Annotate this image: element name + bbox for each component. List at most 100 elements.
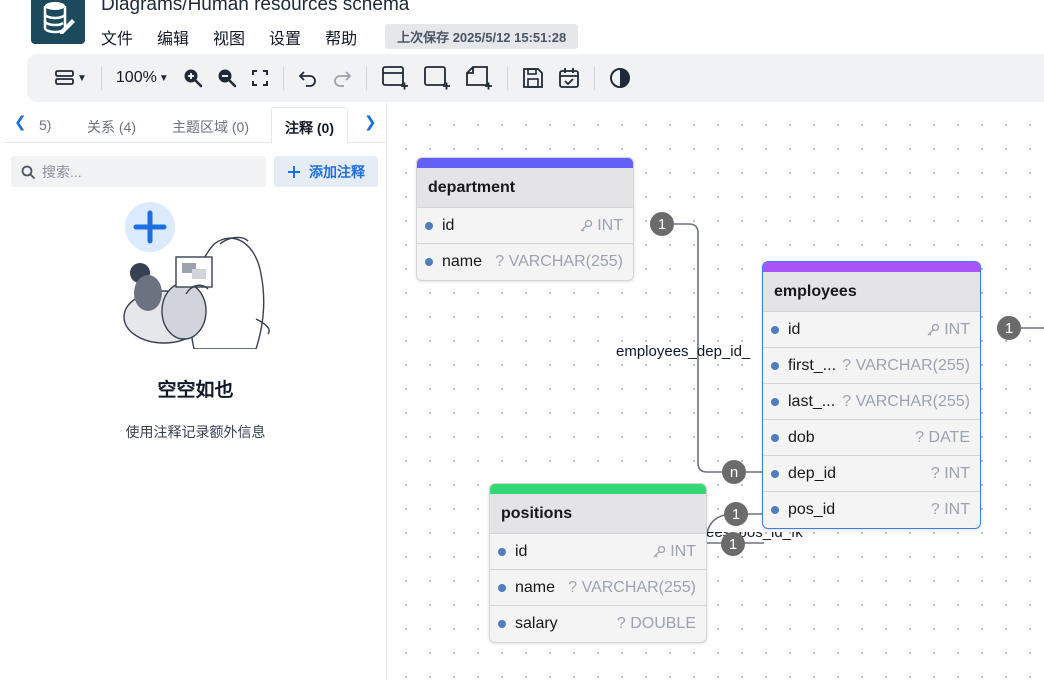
tab-notes[interactable]: 注释 (0) [271, 107, 348, 144]
menubar: 文件 编辑 视图 设置 帮助 上次保存 2025/5/12 15:51:28 [101, 24, 579, 49]
field-type: ? VARCHAR(255) [495, 253, 623, 270]
add-area-icon [423, 66, 450, 90]
add-note-toolbar-button[interactable] [465, 62, 493, 94]
field-row[interactable]: name ? VARCHAR(255) [417, 244, 633, 280]
field-name: first_... [788, 356, 837, 374]
add-note-icon [465, 66, 492, 90]
field-handle[interactable] [425, 258, 433, 266]
tabs-prev-icon[interactable]: ❮ [14, 113, 27, 131]
toolbar-divider [593, 66, 595, 90]
field-row[interactable]: id INT [490, 534, 706, 570]
key-icon [927, 323, 940, 335]
field-type-label: INT [670, 542, 696, 560]
field-row[interactable]: salary ? DOUBLE [490, 606, 706, 642]
table-header[interactable]: employees [763, 272, 980, 312]
field-row[interactable]: dep_id ? INT [763, 456, 980, 492]
menu-edit[interactable]: 编辑 [157, 25, 189, 49]
field-name: id [788, 320, 801, 338]
field-type: ? VARCHAR(255) [842, 392, 970, 410]
save-button[interactable] [522, 62, 544, 94]
field-handle[interactable] [771, 325, 779, 334]
table-color-strip [417, 158, 633, 168]
key-icon [653, 545, 666, 557]
add-table-button[interactable] [381, 62, 409, 94]
toolbar-divider [365, 66, 367, 90]
tabs-next-icon[interactable]: ❯ [364, 113, 377, 131]
relationship-label-dep[interactable]: employees_dep_id_ [616, 343, 750, 360]
field-handle[interactable] [771, 469, 779, 478]
fit-screen-button[interactable] [251, 62, 269, 94]
menu-settings[interactable]: 设置 [269, 25, 301, 49]
sidebar-tabs: ❮ 5) 关系 (4) 主题区域 (0) 注释 (0) ❯ [4, 103, 387, 144]
zoom-select[interactable]: 100% ▼ [116, 62, 169, 94]
add-note-button[interactable]: 添加注释 [274, 156, 378, 187]
todo-button[interactable] [558, 62, 580, 94]
toolbar-divider [100, 66, 102, 90]
field-handle[interactable] [771, 397, 779, 406]
table-department[interactable]: department id INT name ? VARCHAR(255) [416, 157, 634, 281]
tab-relationships[interactable]: 关系 (4) [87, 117, 136, 137]
zoom-out-icon [218, 69, 236, 88]
field-handle[interactable] [771, 361, 779, 370]
menu-help[interactable]: 帮助 [325, 25, 357, 49]
field-row[interactable]: dob ? DATE [763, 420, 980, 456]
empty-state-illustration [123, 202, 270, 349]
zoom-in-icon [184, 69, 202, 88]
database-edit-icon [43, 2, 75, 34]
field-handle[interactable] [498, 547, 506, 556]
menu-view[interactable]: 视图 [213, 25, 245, 49]
cardinality-badge: 1 [650, 212, 674, 236]
cardinality-badge: n [722, 460, 746, 484]
app-title: Diagrams/Human resources schema [101, 0, 410, 15]
add-note-label: 添加注释 [309, 163, 365, 180]
field-type: ? VARCHAR(255) [568, 578, 696, 596]
field-type-label: INT [944, 320, 970, 338]
field-row[interactable]: name ? VARCHAR(255) [490, 570, 706, 606]
field-type: ? INT [930, 501, 970, 518]
tab-subject-areas[interactable]: 主题区域 (0) [172, 117, 249, 137]
table-positions[interactable]: positions id INT name ? VARCHAR(255) sal… [489, 483, 707, 643]
field-handle[interactable] [771, 433, 779, 442]
tab-fields[interactable]: 5) [39, 117, 51, 133]
app-logo[interactable] [31, 0, 85, 44]
field-name: name [515, 578, 556, 596]
field-row[interactable]: pos_id ? INT [763, 492, 980, 528]
theme-toggle-button[interactable] [609, 62, 631, 94]
field-handle[interactable] [771, 506, 779, 514]
key-icon [580, 219, 593, 231]
field-handle[interactable] [498, 583, 506, 592]
table-color-strip [490, 484, 706, 494]
undo-button[interactable] [298, 62, 318, 94]
search-input[interactable] [42, 163, 242, 180]
empty-state-title: 空空如也 [157, 380, 234, 401]
calendar-check-icon [558, 68, 579, 88]
add-table-icon [381, 66, 408, 90]
save-icon [522, 68, 543, 88]
zoom-in-button[interactable] [183, 62, 203, 94]
field-type: ? VARCHAR(255) [842, 356, 970, 374]
field-type: INT [652, 543, 696, 561]
redo-button[interactable] [332, 62, 352, 94]
diagram-canvas[interactable]: employees_dep_id_ ees_pos_id_fk departme… [388, 103, 1044, 680]
chevron-down-icon: ▼ [158, 72, 169, 84]
zoom-out-button[interactable] [217, 62, 237, 94]
field-name: dep_id [788, 464, 837, 482]
cardinality-badge: 1 [721, 532, 745, 556]
field-name: last_... [788, 392, 836, 410]
table-employees[interactable]: employees id INT first_... ? VARCHAR(255… [762, 261, 981, 529]
menu-file[interactable]: 文件 [101, 25, 133, 49]
field-row[interactable]: id INT [417, 208, 633, 244]
toolbar: ▼ 100% ▼ [27, 54, 1044, 102]
table-header[interactable]: department [417, 168, 633, 208]
field-handle[interactable] [498, 620, 506, 628]
undo-icon [298, 71, 316, 87]
field-row[interactable]: last_... ? VARCHAR(255) [763, 384, 980, 420]
add-area-button[interactable] [423, 62, 451, 94]
table-header[interactable]: positions [490, 494, 706, 534]
field-name: id [442, 216, 455, 234]
layout-menu-button[interactable]: ▼ [55, 62, 87, 94]
field-row[interactable]: id INT [763, 312, 980, 348]
field-row[interactable]: first_... ? VARCHAR(255) [763, 348, 980, 384]
field-handle[interactable] [425, 221, 433, 230]
field-name: id [515, 542, 528, 560]
